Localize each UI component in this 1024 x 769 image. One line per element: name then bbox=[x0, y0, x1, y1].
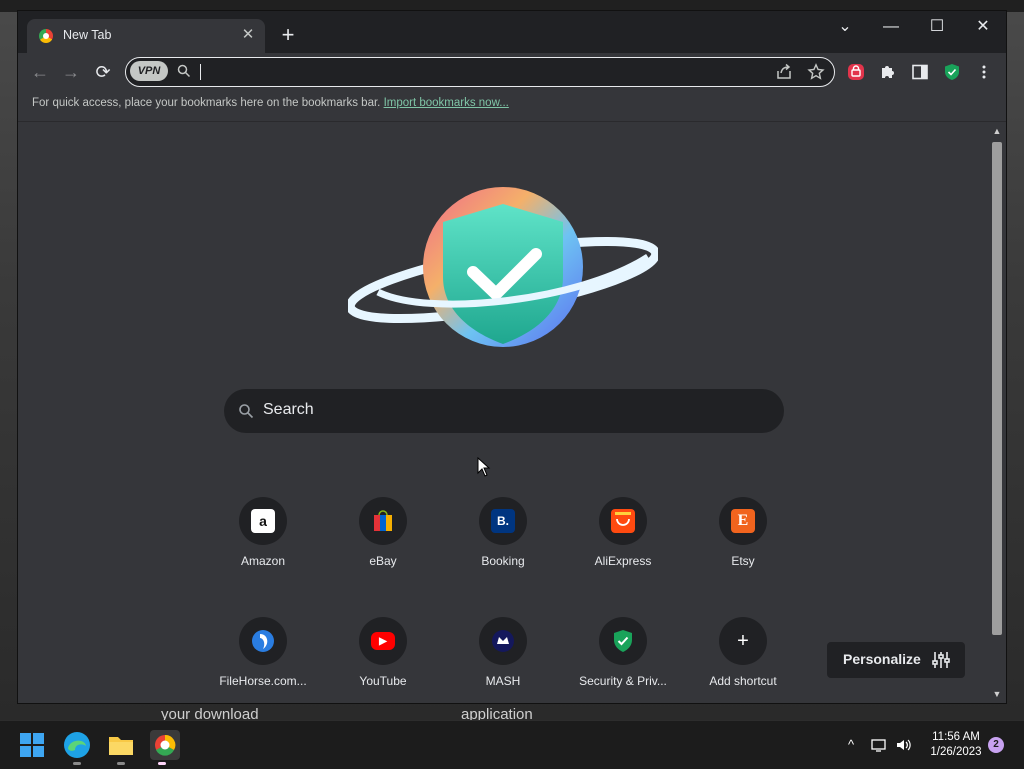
youtube-play-icon: ▶ bbox=[371, 632, 395, 650]
running-indicator bbox=[73, 762, 81, 765]
text-caret bbox=[200, 64, 201, 80]
address-bar[interactable]: VPN bbox=[125, 57, 835, 87]
mash-icon bbox=[492, 630, 514, 652]
scroll-down-arrow-icon[interactable]: ▼ bbox=[992, 689, 1002, 699]
shortcut-etsy[interactable]: E Etsy bbox=[688, 497, 798, 607]
toolbar: ← → ⟳ VPN bbox=[18, 53, 1006, 91]
planet-shield-logo bbox=[348, 187, 658, 347]
forward-button[interactable]: → bbox=[59, 60, 83, 84]
share-icon[interactable] bbox=[775, 63, 793, 81]
file-explorer-icon[interactable] bbox=[107, 731, 135, 759]
shortcut-tile: + bbox=[719, 617, 767, 665]
maximize-button[interactable]: ☐ bbox=[914, 15, 960, 41]
minimize-button[interactable]: — bbox=[868, 15, 914, 41]
avast-browser-taskbar-icon[interactable] bbox=[150, 730, 180, 760]
new-tab-page: Search a Amazon eBay B. Booking AliExpre… bbox=[18, 122, 988, 703]
shortcut-label: Add shortcut bbox=[709, 674, 777, 688]
shortcut-label: YouTube bbox=[359, 674, 407, 688]
security-shield-icon bbox=[614, 630, 632, 652]
shortcut-ebay[interactable]: eBay bbox=[328, 497, 438, 607]
back-button[interactable]: ← bbox=[28, 60, 52, 84]
browser-favicon-icon bbox=[39, 29, 53, 43]
ebay-bag-icon bbox=[374, 510, 392, 531]
sliders-icon bbox=[932, 652, 950, 668]
notification-badge[interactable]: 2 bbox=[988, 737, 1004, 753]
side-panel-icon[interactable] bbox=[911, 63, 929, 81]
security-shield-icon[interactable] bbox=[943, 63, 961, 81]
menu-kebab-icon[interactable] bbox=[975, 63, 993, 81]
network-icon[interactable] bbox=[871, 737, 887, 753]
personalize-button[interactable]: Personalize bbox=[827, 642, 965, 678]
clock-date: 1/26/2023 bbox=[930, 746, 982, 758]
browser-window: New Tab ✕ + ⌄ — ☐ ✕ ← → ⟳ VPN For quick … bbox=[18, 11, 1006, 703]
shortcut-tile bbox=[599, 617, 647, 665]
tab-strip: New Tab ✕ + ⌄ — ☐ ✕ bbox=[18, 11, 1006, 53]
personalize-label: Personalize bbox=[843, 651, 921, 667]
shortcut-label: FileHorse.com... bbox=[219, 674, 307, 688]
taskbar: ^ 11:56 AM 1/26/2023 2 bbox=[0, 720, 1024, 769]
tab-close-icon[interactable]: ✕ bbox=[239, 26, 257, 44]
shortcut-tile: ▶ bbox=[359, 617, 407, 665]
shortcut-label: Security & Priv... bbox=[579, 674, 667, 688]
search-placeholder: Search bbox=[263, 401, 314, 418]
shortcut-youtube[interactable]: ▶ YouTube bbox=[328, 617, 438, 703]
extensions-puzzle-icon[interactable] bbox=[879, 63, 897, 81]
etsy-icon: E bbox=[731, 509, 755, 533]
scroll-up-arrow-icon[interactable]: ▲ bbox=[992, 126, 1002, 136]
shortcut-mash[interactable]: MASH bbox=[448, 617, 558, 703]
mouse-cursor-icon bbox=[477, 457, 491, 477]
shortcut-tile bbox=[239, 617, 287, 665]
tab-new-tab[interactable]: New Tab ✕ bbox=[27, 19, 265, 53]
volume-icon[interactable] bbox=[895, 737, 911, 753]
close-window-button[interactable]: ✕ bbox=[960, 15, 1006, 41]
shortcut-tile bbox=[479, 617, 527, 665]
scrollbar-thumb[interactable] bbox=[992, 142, 1002, 635]
tray-overflow-chevron-icon[interactable]: ^ bbox=[843, 737, 859, 753]
add-shortcut-button[interactable]: + Add shortcut bbox=[688, 617, 798, 703]
amazon-icon: a bbox=[251, 509, 275, 533]
page-scrollbar[interactable]: ▲ ▼ bbox=[988, 122, 1006, 703]
shortcut-booking[interactable]: B. Booking bbox=[448, 497, 558, 607]
tab-search-dropdown-icon[interactable]: ⌄ bbox=[822, 15, 868, 41]
vpn-toggle[interactable]: VPN bbox=[130, 61, 168, 81]
shortcut-label: eBay bbox=[369, 554, 397, 568]
shortcut-security-privacy[interactable]: Security & Priv... bbox=[568, 617, 678, 703]
tab-title: New Tab bbox=[63, 28, 112, 42]
plus-icon: + bbox=[737, 629, 749, 652]
filehorse-icon bbox=[252, 630, 274, 652]
shortcut-label: Amazon bbox=[240, 554, 286, 568]
new-tab-button[interactable]: + bbox=[277, 24, 299, 47]
shortcut-tile: a bbox=[239, 497, 287, 545]
shortcut-label: MASH bbox=[485, 674, 521, 688]
aliexpress-icon bbox=[611, 509, 635, 533]
edge-browser-icon[interactable] bbox=[63, 731, 91, 759]
clock-time: 11:56 AM bbox=[932, 731, 980, 743]
search-icon bbox=[239, 404, 254, 419]
bookmarks-hint-text: For quick access, place your bookmarks h… bbox=[32, 97, 381, 109]
shortcut-label: AliExpress bbox=[594, 554, 652, 568]
search-box[interactable]: Search bbox=[224, 389, 784, 433]
import-bookmarks-link[interactable]: Import bookmarks now... bbox=[384, 97, 509, 109]
reload-button[interactable]: ⟳ bbox=[91, 60, 115, 84]
shortcut-label: Etsy bbox=[731, 554, 755, 568]
bookmark-star-icon[interactable] bbox=[807, 63, 825, 81]
bookmarks-bar: For quick access, place your bookmarks h… bbox=[18, 91, 1006, 122]
clock[interactable]: 11:56 AM 1/26/2023 bbox=[920, 730, 992, 760]
shortcut-filehorse[interactable]: FileHorse.com... bbox=[208, 617, 318, 703]
shortcut-amazon[interactable]: a Amazon bbox=[208, 497, 318, 607]
extension-red-icon[interactable] bbox=[847, 63, 865, 81]
shortcut-aliexpress[interactable]: AliExpress bbox=[568, 497, 678, 607]
windows-start-icon[interactable] bbox=[19, 732, 45, 758]
shortcut-tile: B. bbox=[479, 497, 527, 545]
shortcut-tile: E bbox=[719, 497, 767, 545]
shortcut-label: Booking bbox=[481, 554, 525, 568]
booking-icon: B. bbox=[491, 509, 515, 533]
search-icon bbox=[177, 64, 191, 78]
running-indicator bbox=[117, 762, 125, 765]
bookmarks-hint: For quick access, place your bookmarks h… bbox=[32, 97, 509, 109]
shortcut-tile bbox=[599, 497, 647, 545]
active-indicator bbox=[158, 762, 166, 765]
shortcut-tile bbox=[359, 497, 407, 545]
